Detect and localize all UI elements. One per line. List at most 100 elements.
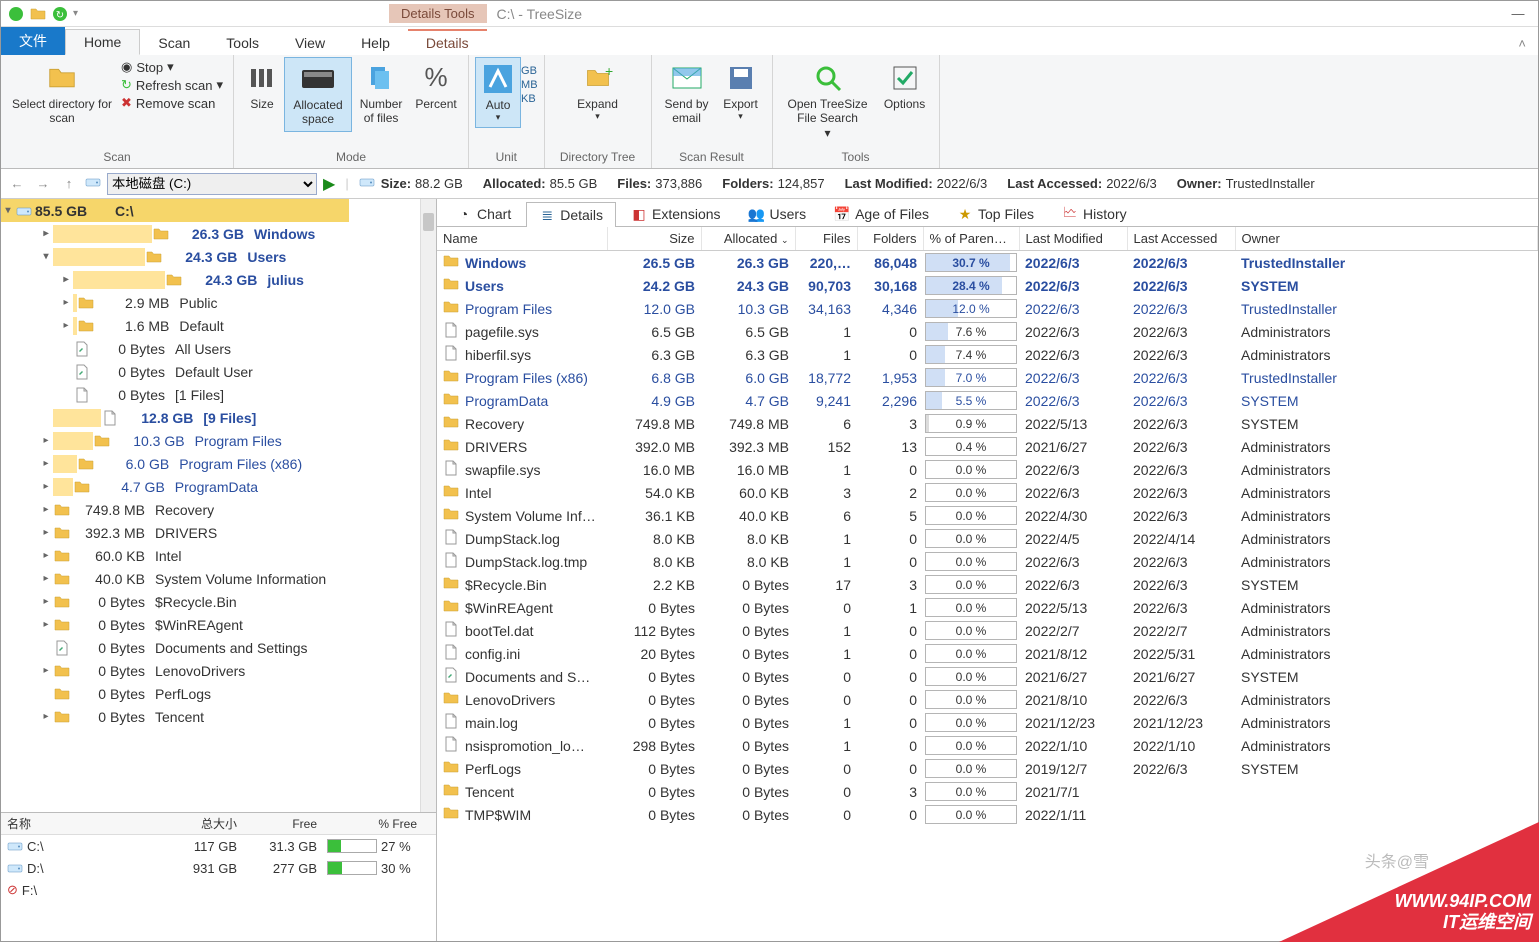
tree-row[interactable]: 0 BytesAll Users <box>1 337 436 360</box>
table-row[interactable]: swapfile.sys 16.0 MB 16.0 MB 1 0 0.0 % 2… <box>437 458 1538 481</box>
vtab-chart[interactable]: ◔Chart <box>443 201 524 226</box>
table-row[interactable]: Intel 54.0 KB 60.0 KB 3 2 0.0 % 2022/6/3… <box>437 481 1538 504</box>
options-button[interactable]: Options <box>877 57 933 115</box>
table-row[interactable]: Program Files (x86) 6.8 GB 6.0 GB 18,772… <box>437 366 1538 389</box>
table-row[interactable]: DumpStack.log 8.0 KB 8.0 KB 1 0 0.0 % 20… <box>437 527 1538 550</box>
vtab-topfiles[interactable]: ★Top Files <box>944 201 1047 226</box>
scan-play-button[interactable]: ▶ <box>323 174 335 194</box>
send-email-button[interactable]: Send by email <box>658 57 716 130</box>
table-row[interactable]: DumpStack.log.tmp 8.0 KB 8.0 KB 1 0 0.0 … <box>437 550 1538 573</box>
table-row[interactable]: nsispromotion_lo… 298 Bytes 0 Bytes 1 0 … <box>437 734 1538 757</box>
table-row[interactable]: $WinREAgent 0 Bytes 0 Bytes 0 1 0.0 % 20… <box>437 596 1538 619</box>
tab-tools[interactable]: Tools <box>208 31 277 55</box>
vtab-extensions[interactable]: ◧Extensions <box>618 201 733 226</box>
stop-scan-button[interactable]: ◉Stop ▾ <box>121 59 223 75</box>
col-alloc[interactable]: Allocated ⌄ <box>701 227 795 251</box>
drive-row[interactable]: D:\931 GB277 GB30 % <box>1 857 436 879</box>
tree-row[interactable]: ▸0 Bytes$WinREAgent <box>1 613 436 636</box>
mode-percent-button[interactable]: %Percent <box>410 57 462 115</box>
qat-open-icon[interactable] <box>29 5 47 23</box>
tree-row[interactable]: ▸4.7 GBProgramData <box>1 475 436 498</box>
col-folders[interactable]: Folders <box>857 227 923 251</box>
col-name[interactable]: Name <box>437 227 607 251</box>
unit-mb-button[interactable]: MB <box>521 79 538 91</box>
mode-allocated-button[interactable]: Allocated space <box>284 57 352 132</box>
table-row[interactable]: System Volume Inf… 36.1 KB 40.0 KB 6 5 0… <box>437 504 1538 527</box>
table-row[interactable]: bootTel.dat 112 Bytes 0 Bytes 1 0 0.0 % … <box>437 619 1538 642</box>
vtab-age[interactable]: 📅Age of Files <box>821 201 942 226</box>
nav-forward-icon[interactable]: → <box>33 176 53 191</box>
minimize-button[interactable]: — <box>1498 1 1538 27</box>
nav-up-icon[interactable]: ↑ <box>59 176 79 191</box>
table-row[interactable]: Tencent 0 Bytes 0 Bytes 0 3 0.0 % 2021/7… <box>437 780 1538 803</box>
vtab-users[interactable]: 👥Users <box>736 201 820 226</box>
vtab-history[interactable]: 🗠History <box>1049 201 1140 226</box>
tree-row[interactable]: ▾24.3 GBUsers <box>1 245 436 268</box>
table-row[interactable]: PerfLogs 0 Bytes 0 Bytes 0 0 0.0 % 2019/… <box>437 757 1538 780</box>
tab-home[interactable]: Home <box>65 29 140 55</box>
drive-row[interactable]: C:\117 GB31.3 GB27 % <box>1 835 436 857</box>
open-file-search-button[interactable]: Open TreeSize File Search ▾ <box>779 57 877 144</box>
details-grid[interactable]: Name Size Allocated ⌄ Files Folders % of… <box>437 227 1538 826</box>
drive-select[interactable]: 本地磁盘 (C:) <box>107 173 317 195</box>
col-size[interactable]: Size <box>607 227 701 251</box>
col-la[interactable]: Last Accessed <box>1127 227 1235 251</box>
mode-numfiles-button[interactable]: Number of files <box>352 57 410 130</box>
table-row[interactable]: TMP$WIM 0 Bytes 0 Bytes 0 0 0.0 % 2022/1… <box>437 803 1538 826</box>
unit-kb-button[interactable]: KB <box>521 93 538 105</box>
tree-row[interactable]: ▸392.3 MBDRIVERS <box>1 521 436 544</box>
tree-row[interactable]: 0 BytesDefault User <box>1 360 436 383</box>
table-row[interactable]: pagefile.sys 6.5 GB 6.5 GB 1 0 7.6 % 202… <box>437 320 1538 343</box>
tree-row[interactable]: ▸0 Bytes$Recycle.Bin <box>1 590 436 613</box>
table-row[interactable]: hiberfil.sys 6.3 GB 6.3 GB 1 0 7.4 % 202… <box>437 343 1538 366</box>
tree-row[interactable]: ▸749.8 MBRecovery <box>1 498 436 521</box>
table-row[interactable]: config.ini 20 Bytes 0 Bytes 1 0 0.0 % 20… <box>437 642 1538 665</box>
tree-row[interactable]: 0 Bytes[1 Files] <box>1 383 436 406</box>
table-row[interactable]: Windows 26.5 GB 26.3 GB 220,… 86,048 30.… <box>437 251 1538 275</box>
col-pct[interactable]: % of Paren… <box>923 227 1019 251</box>
qat-dropdown-icon[interactable]: ▾ <box>73 8 78 19</box>
tree-root[interactable]: ▾85.5 GBC:\ <box>1 199 436 222</box>
table-row[interactable]: ProgramData 4.9 GB 4.7 GB 9,241 2,296 5.… <box>437 389 1538 412</box>
unit-gb-button[interactable]: GB <box>521 65 538 77</box>
tree-row[interactable]: 0 BytesDocuments and Settings <box>1 636 436 659</box>
remove-scan-button[interactable]: ✖Remove scan <box>121 95 223 111</box>
col-lm[interactable]: Last Modified <box>1019 227 1127 251</box>
nav-back-icon[interactable]: ← <box>7 176 27 191</box>
tree-row[interactable]: ▸24.3 GBjulius <box>1 268 436 291</box>
tree-row[interactable]: 12.8 GB[9 Files] <box>1 406 436 429</box>
col-owner[interactable]: Owner <box>1235 227 1538 251</box>
tab-view[interactable]: View <box>277 31 343 55</box>
tab-details[interactable]: Details <box>408 29 487 55</box>
qat-refresh-icon[interactable]: ↻ <box>51 5 69 23</box>
drives-col-total[interactable]: 总大小 <box>167 815 247 832</box>
tree-scrollbar[interactable] <box>420 199 436 812</box>
col-files[interactable]: Files <box>795 227 857 251</box>
tree-row[interactable]: ▸1.6 MBDefault <box>1 314 436 337</box>
directory-tree[interactable]: ▾85.5 GBC:\▸26.3 GBWindows▾24.3 GBUsers▸… <box>1 199 436 812</box>
tab-file[interactable]: 文件 <box>1 27 65 55</box>
tree-row[interactable]: ▸0 BytesLenovoDrivers <box>1 659 436 682</box>
expand-button[interactable]: +Expand▾ <box>551 57 645 126</box>
export-button[interactable]: Export▾ <box>716 57 766 126</box>
tab-scan[interactable]: Scan <box>140 31 208 55</box>
tree-row[interactable]: ▸60.0 KBIntel <box>1 544 436 567</box>
tree-row[interactable]: 0 BytesPerfLogs <box>1 682 436 705</box>
tree-row[interactable]: ▸26.3 GBWindows <box>1 222 436 245</box>
collapse-ribbon-icon[interactable]: ˄ <box>1506 32 1538 55</box>
table-row[interactable]: Users 24.2 GB 24.3 GB 90,703 30,168 28.4… <box>437 274 1538 297</box>
drive-row[interactable]: ⊘F:\ <box>1 879 436 901</box>
drives-col-name[interactable]: 名称 <box>7 815 167 832</box>
drives-col-pctfree[interactable]: % Free <box>327 817 427 831</box>
table-row[interactable]: main.log 0 Bytes 0 Bytes 1 0 0.0 % 2021/… <box>437 711 1538 734</box>
table-row[interactable]: LenovoDrivers 0 Bytes 0 Bytes 0 0 0.0 % … <box>437 688 1538 711</box>
tree-row[interactable]: ▸2.9 MBPublic <box>1 291 436 314</box>
tree-row[interactable]: ▸40.0 KBSystem Volume Information <box>1 567 436 590</box>
mode-size-button[interactable]: Size <box>240 57 284 115</box>
table-row[interactable]: $Recycle.Bin 2.2 KB 0 Bytes 17 3 0.0 % 2… <box>437 573 1538 596</box>
tab-help[interactable]: Help <box>343 31 408 55</box>
vtab-details[interactable]: ≣Details <box>526 202 616 227</box>
refresh-scan-button[interactable]: ↻Refresh scan ▾ <box>121 77 223 93</box>
table-row[interactable]: Program Files 12.0 GB 10.3 GB 34,163 4,3… <box>437 297 1538 320</box>
table-row[interactable]: DRIVERS 392.0 MB 392.3 MB 152 13 0.4 % 2… <box>437 435 1538 458</box>
